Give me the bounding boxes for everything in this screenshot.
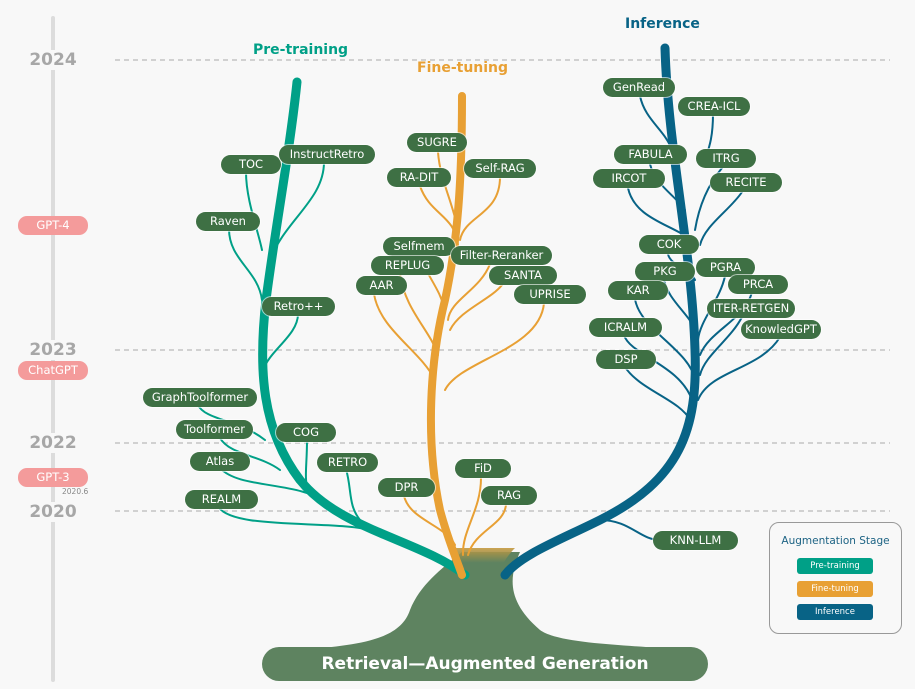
stage-title-pretraining: Pre-training — [253, 42, 349, 58]
node-cog[interactable]: COG — [276, 423, 336, 442]
node-uprise[interactable]: UPRISE — [514, 285, 586, 304]
node-genread[interactable]: GenRead — [603, 78, 675, 97]
link-santa — [449, 284, 503, 331]
node-dpr[interactable]: DPR — [378, 478, 435, 497]
node-creaicl[interactable]: CREA-ICL — [678, 97, 750, 116]
year-2023: 2023 — [0, 340, 106, 360]
node-rag[interactable]: RAG — [481, 486, 537, 505]
year-2020: 2020 — [0, 502, 106, 522]
node-prca[interactable]: PRCA — [728, 275, 788, 294]
link-sugre — [437, 151, 459, 231]
legend-item-pretraining: Pre-training — [797, 558, 873, 574]
link-aar — [373, 293, 436, 381]
legend-item-inference: Inference — [797, 604, 873, 620]
node-selfrag[interactable]: Self-RAG — [464, 159, 536, 178]
link-dsp — [624, 366, 691, 421]
stage-title-inference: Inference — [625, 16, 700, 32]
node-sugre[interactable]: SUGRE — [407, 133, 467, 152]
milestone-chatgpt: ChatGPT — [18, 361, 88, 380]
link-selfrag — [459, 176, 501, 241]
root-title: Retrieval—Augmented Generation — [262, 647, 708, 681]
node-ircot[interactable]: IRCOT — [593, 169, 665, 188]
link-toc — [245, 171, 263, 251]
legend: Augmentation Stage Pre-training Fine-tun… — [769, 522, 902, 634]
node-graphtoolformer[interactable]: GraphToolformer — [143, 388, 257, 407]
node-knowledgpt[interactable]: KnowledGPT — [741, 320, 821, 339]
year-2022: 2022 — [0, 433, 106, 453]
node-toolformer[interactable]: Toolformer — [176, 420, 253, 439]
node-radit[interactable]: RA-DIT — [387, 168, 451, 187]
node-recite[interactable]: RECITE — [710, 173, 782, 192]
link-iterretgen — [699, 316, 743, 376]
node-cok[interactable]: COK — [639, 235, 699, 254]
node-aar[interactable]: AAR — [356, 276, 407, 295]
node-santa[interactable]: SANTA — [489, 266, 557, 285]
node-replug[interactable]: REPLUG — [371, 256, 444, 275]
link-recite — [699, 191, 743, 246]
link-knnllm — [599, 519, 661, 541]
node-instructretro[interactable]: InstructRetro — [279, 145, 375, 164]
node-itrg[interactable]: ITRG — [696, 149, 756, 168]
link-retro — [345, 468, 361, 521]
milestone-gpt3: GPT-3 — [18, 468, 88, 487]
node-icralm[interactable]: ICRALM — [589, 318, 662, 337]
node-dsp[interactable]: DSP — [596, 350, 656, 369]
link-fid — [461, 477, 482, 556]
node-fid[interactable]: FiD — [455, 459, 511, 478]
node-knnllm[interactable]: KNN-LLM — [653, 531, 738, 550]
link-raven — [228, 228, 263, 301]
milestone-gpt3-date: 2020.6 — [62, 487, 89, 496]
link-knowledgpt — [697, 336, 781, 401]
node-iterretgen[interactable]: ITER-RETGEN — [707, 299, 795, 318]
node-raven[interactable]: Raven — [196, 212, 260, 231]
legend-item-finetuning: Fine-tuning — [797, 581, 873, 597]
node-kar[interactable]: KAR — [608, 281, 668, 300]
node-selfmem[interactable]: Selfmem — [383, 237, 455, 256]
legend-title: Augmentation Stage — [781, 535, 890, 547]
node-atlas[interactable]: Atlas — [190, 452, 250, 471]
node-pkg[interactable]: PKG — [635, 262, 695, 281]
node-retro[interactable]: RETRO — [317, 453, 378, 472]
node-retropp[interactable]: Retro++ — [262, 297, 335, 316]
node-toc[interactable]: TOC — [221, 155, 281, 174]
node-fabula[interactable]: FABULA — [614, 145, 687, 164]
stage-title-finetuning: Fine-tuning — [417, 60, 509, 76]
milestone-gpt4: GPT-4 — [18, 216, 88, 235]
node-filterreranker[interactable]: Filter-Reranker — [451, 246, 552, 265]
year-2024: 2024 — [0, 50, 106, 70]
node-realm[interactable]: REALM — [185, 490, 258, 509]
